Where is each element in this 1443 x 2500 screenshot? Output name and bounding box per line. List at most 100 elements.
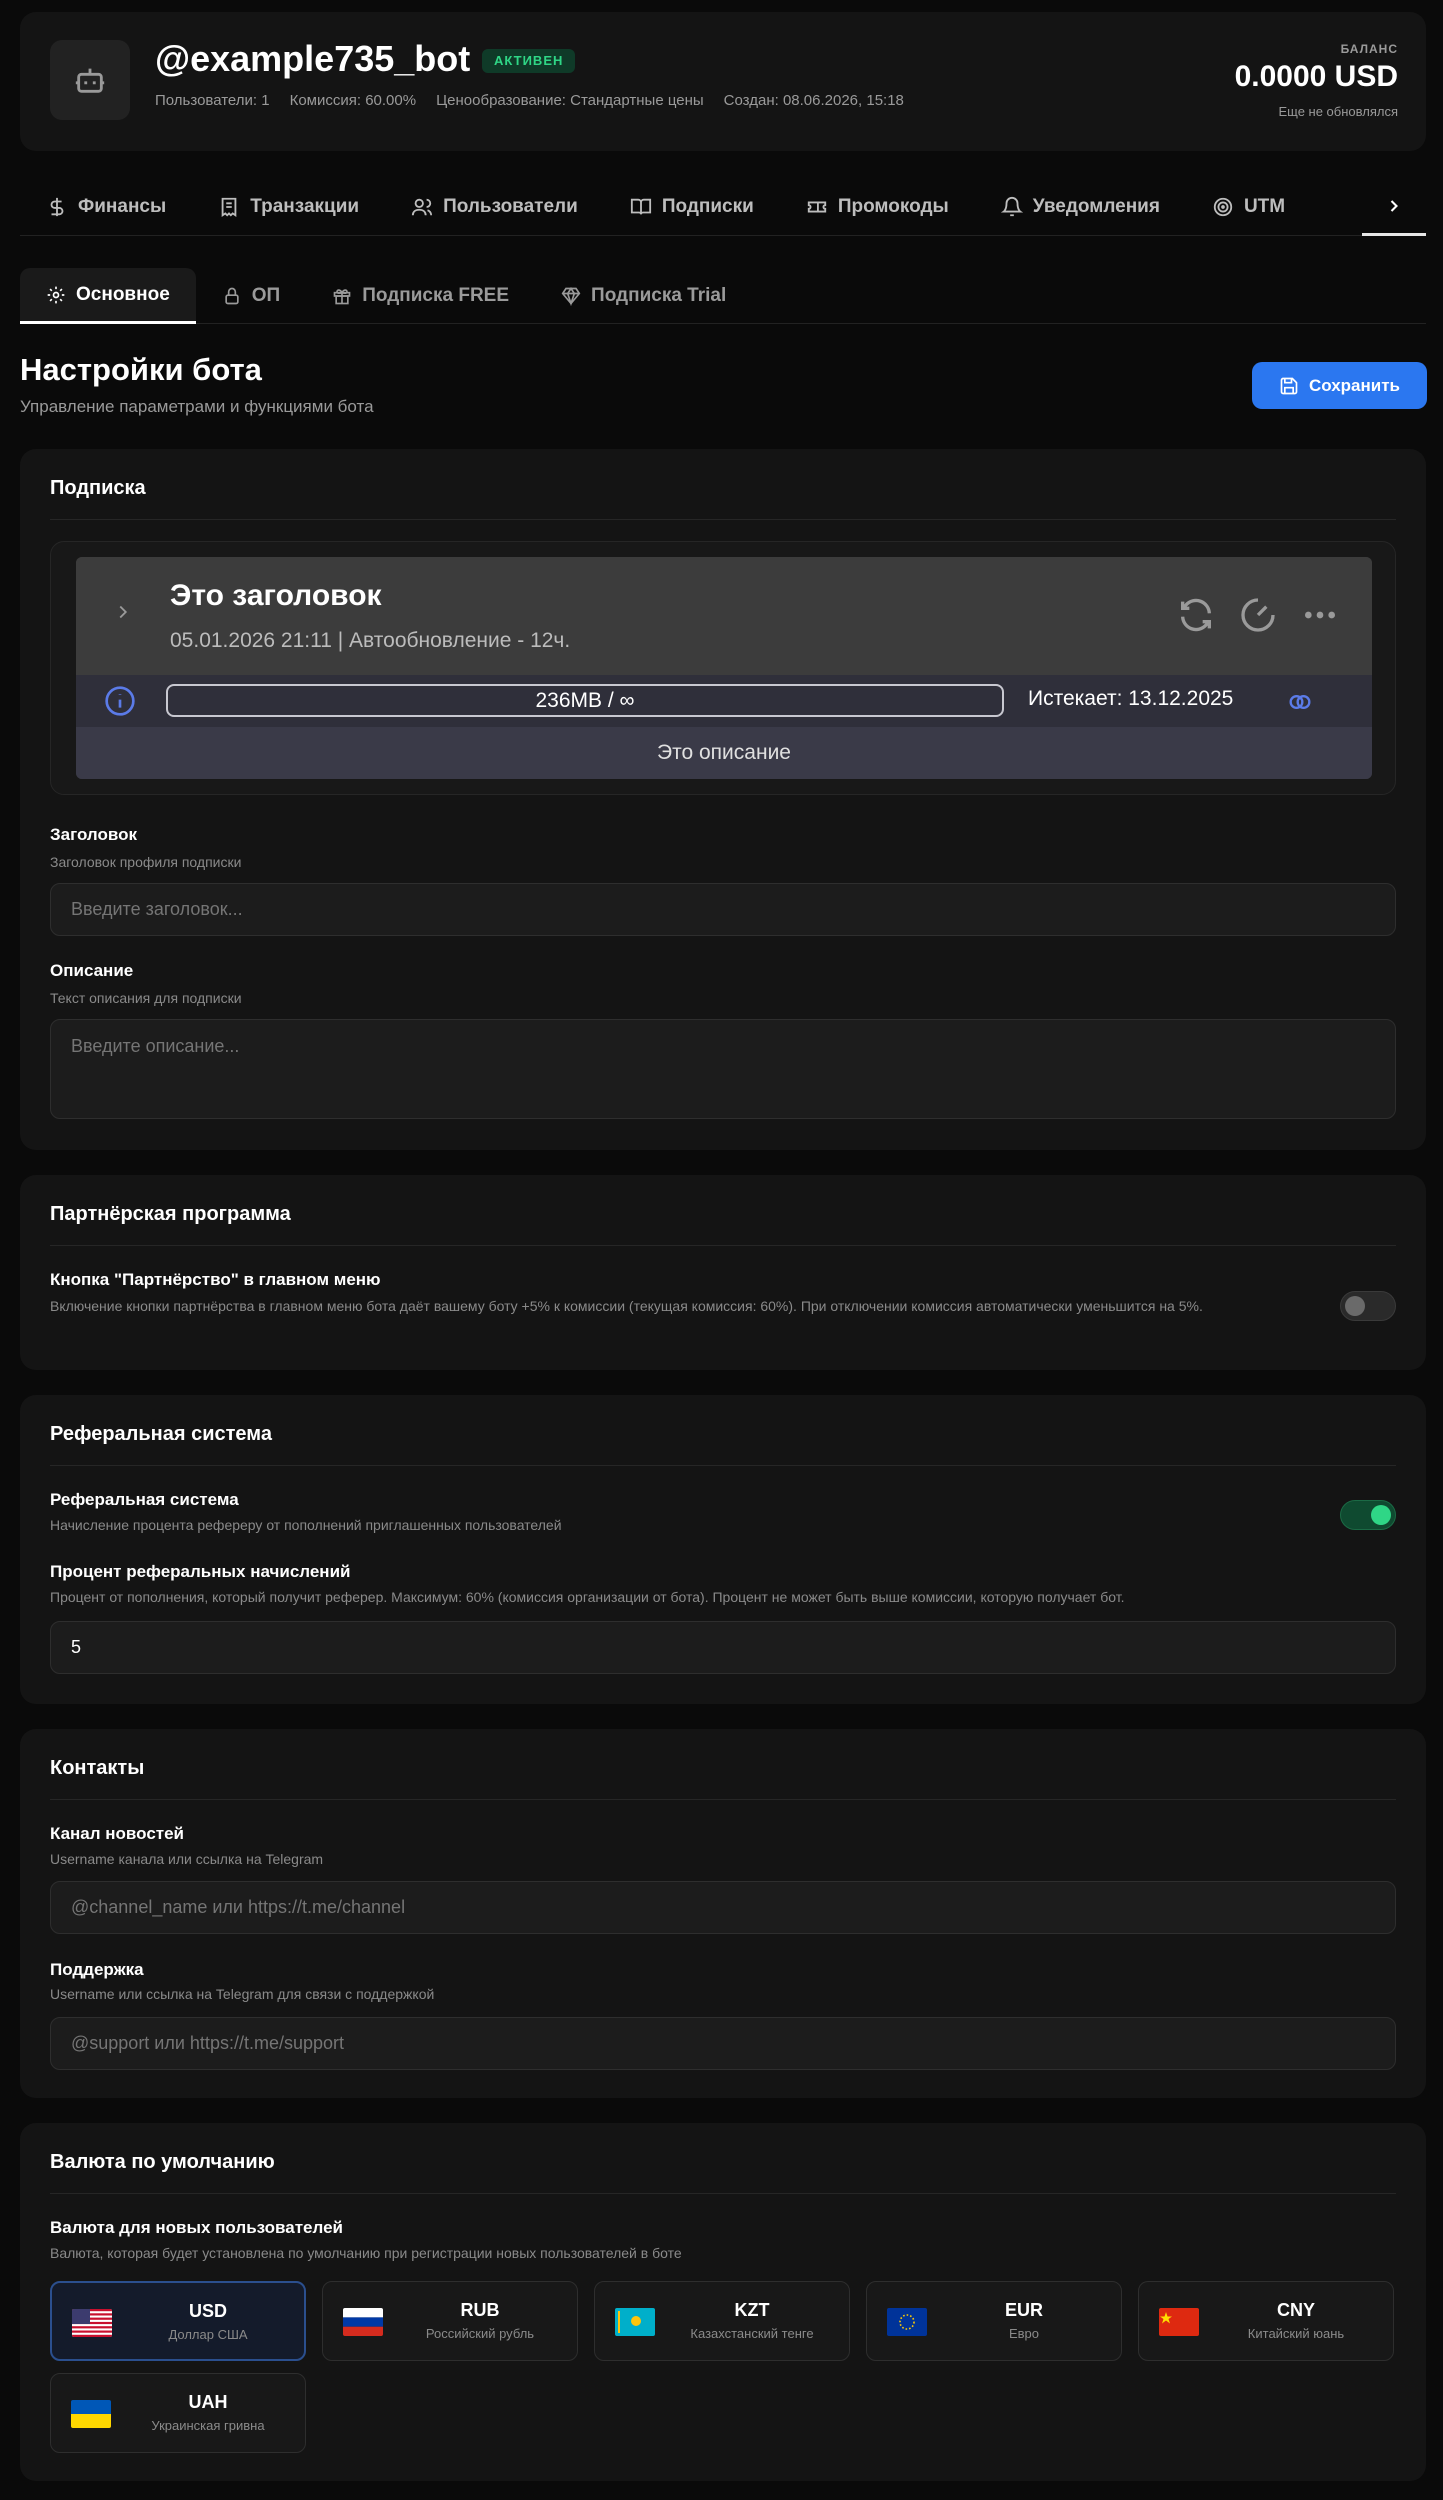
eu-flag-icon	[887, 2308, 927, 2336]
currency-option-cny[interactable]: CNY Китайский юань	[1138, 2281, 1394, 2361]
kz-flag-icon	[615, 2308, 655, 2336]
bot-name: @example735_bot	[155, 38, 471, 79]
support-field-label: Поддержка	[50, 1960, 144, 1979]
currency-code: EUR	[1004, 2300, 1043, 2320]
subscription-preview: Это заголовок 05.01.2026 21:11 | Автообн…	[50, 541, 1396, 795]
divider	[50, 1799, 1396, 1800]
tab-users[interactable]: Пользователи	[385, 178, 604, 236]
currency-name: Китайский юань	[1247, 2326, 1345, 2341]
partner-toggle-hint: Включение кнопки партнёрства в главном м…	[50, 1298, 1203, 1314]
partner-toggle[interactable]	[1340, 1291, 1396, 1321]
target-icon	[1213, 197, 1233, 216]
tab-transactions[interactable]: Транзакции	[192, 178, 385, 236]
tab-label: Промокоды	[837, 195, 949, 217]
ru-flag-icon	[343, 2308, 383, 2336]
tab-subscription-free[interactable]: Подписка FREE	[306, 268, 535, 324]
bot-avatar	[50, 40, 130, 120]
divider	[50, 1245, 1396, 1246]
gear-icon	[47, 286, 65, 303]
tab-utm[interactable]: UTM	[1186, 178, 1311, 236]
channel-field-label: Канал новостей	[50, 1824, 185, 1843]
lock-icon	[225, 287, 239, 305]
header-field-hint: Заголовок профиля подписки	[50, 854, 242, 870]
book-icon	[630, 198, 651, 215]
status-badge: АКТИВЕН	[482, 49, 576, 73]
partner-card: Партнёрская программа Кнопка "Партнёрств…	[20, 1175, 1426, 1370]
tab-op[interactable]: ОП	[196, 268, 306, 324]
news-channel-input[interactable]	[50, 1881, 1396, 1934]
link-icon	[1289, 695, 1311, 709]
description-field-label: Описание	[50, 961, 134, 980]
currency-name: Российский рубль	[425, 2326, 535, 2341]
meta-users: Пользователи: 1	[155, 92, 270, 109]
main-nav: Финансы Транзакции Пользователи Подписки…	[20, 178, 1426, 236]
currency-code: USD	[188, 2301, 227, 2321]
partner-toggle-label: Кнопка "Партнёрство" в главном меню	[50, 1270, 381, 1289]
preview-panel: Это заголовок 05.01.2026 21:11 | Автообн…	[76, 557, 1372, 779]
support-input[interactable]	[50, 2017, 1396, 2070]
currency-field-label: Валюта для новых пользователей	[50, 2218, 343, 2237]
subscription-card: Подписка Это заголовок 05.01.2026 21:11 …	[20, 449, 1426, 1150]
meta-pricing: Ценообразование: Стандартные цены	[436, 92, 704, 109]
card-title: Контакты	[50, 1757, 145, 1779]
currency-option-kzt[interactable]: KZT Казахстанский тенге	[594, 2281, 850, 2361]
ua-flag-icon	[71, 2400, 111, 2428]
currency-name: Казахстанский тенге	[690, 2326, 814, 2341]
subscription-description-input[interactable]	[50, 1019, 1396, 1119]
currency-option-usd[interactable]: USD Доллар США	[50, 2281, 306, 2361]
referral-card: Реферальная система Реферальная система …	[20, 1395, 1426, 1704]
users-icon	[411, 198, 433, 215]
currency-name: Доллар США	[168, 2327, 248, 2342]
toggle-knob	[1345, 1296, 1365, 1316]
tab-subscription-trial[interactable]: Подписка Trial	[535, 268, 752, 324]
preview-expires: Истекает: 13.12.2025	[1028, 687, 1234, 710]
bell-icon	[1000, 196, 1023, 216]
page-title: Настройки бота	[20, 352, 262, 387]
currency-code: UAH	[188, 2392, 228, 2412]
tab-general[interactable]: Основное	[20, 268, 196, 324]
tab-label: Подписки	[661, 195, 754, 217]
save-button[interactable]: Сохранить	[1252, 362, 1427, 409]
currency-code: KZT	[734, 2300, 770, 2320]
referral-percent-hint: Процент от пополнения, который получит р…	[50, 1589, 1125, 1605]
tab-label: Основное	[76, 283, 170, 305]
preview-traffic-row: 236MB / ∞ Истекает: 13.12.2025	[76, 675, 1372, 727]
cn-flag-icon	[1159, 2308, 1199, 2336]
dollar-icon	[50, 197, 64, 216]
meta-commission: Комиссия: 60.00%	[289, 92, 417, 109]
support-field-hint: Username или ссылка на Telegram для связ…	[50, 1986, 435, 2002]
preview-header: Это заголовок 05.01.2026 21:11 | Автообн…	[76, 557, 1372, 675]
currency-option-rub[interactable]: RUB Российский рубль	[322, 2281, 578, 2361]
ticket-icon	[807, 201, 826, 212]
tab-finance[interactable]: Финансы	[20, 178, 192, 236]
bot-icon	[75, 68, 105, 93]
card-title: Валюта по умолчанию	[50, 2151, 275, 2173]
tab-notifications[interactable]: Уведомления	[975, 178, 1186, 236]
divider	[50, 519, 1396, 520]
currency-option-eur[interactable]: EUR Евро	[866, 2281, 1122, 2361]
info-icon	[105, 686, 135, 716]
preview-title: Это заголовок	[170, 579, 382, 612]
divider	[50, 1465, 1396, 1466]
tab-subscriptions[interactable]: Подписки	[604, 178, 780, 236]
referral-percent-label: Процент реферальных начислений	[50, 1562, 351, 1581]
referral-percent-input[interactable]	[50, 1621, 1396, 1674]
referral-toggle-label: Реферальная система	[50, 1490, 239, 1509]
subscription-header-input[interactable]	[50, 883, 1396, 936]
currency-option-uah[interactable]: UAH Украинская гривна	[50, 2373, 306, 2453]
description-field-hint: Текст описания для подписки	[50, 990, 242, 1006]
header-field-label: Заголовок	[50, 825, 138, 844]
nav-scroll-right-button[interactable]	[1362, 178, 1426, 236]
tab-label: Подписка Trial	[591, 285, 727, 306]
currency-code: RUB	[460, 2300, 500, 2320]
referral-toggle[interactable]	[1340, 1500, 1396, 1530]
balance-label: БАЛАНС	[1340, 42, 1398, 56]
tab-promocodes[interactable]: Промокоды	[780, 178, 975, 236]
card-title: Реферальная система	[50, 1423, 272, 1445]
card-title: Подписка	[50, 477, 146, 499]
receipt-icon	[221, 197, 237, 217]
more-icon	[1305, 611, 1335, 619]
balance-value: 0.0000 USD	[1234, 60, 1398, 93]
tab-label: ОП	[251, 285, 281, 306]
tab-label: Подписка FREE	[362, 285, 510, 306]
